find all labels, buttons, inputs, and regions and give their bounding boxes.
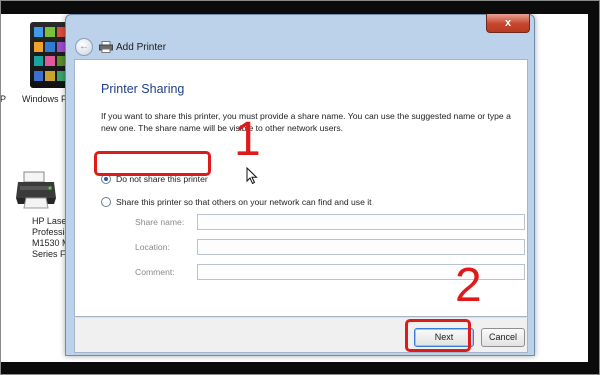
printer-icon — [99, 41, 113, 53]
right-black-bar — [588, 0, 600, 375]
close-button[interactable]: x — [486, 14, 530, 33]
annotation-step-2: 2 — [455, 259, 482, 312]
location-field[interactable] — [197, 239, 525, 255]
printer-desktop-label: HP Laser Professio M1530 M Series F — [32, 216, 70, 260]
radio-share-printer[interactable]: Share this printer so that others on you… — [101, 197, 372, 207]
cancel-button[interactable]: Cancel — [481, 328, 525, 347]
highlight-box-next — [405, 319, 471, 352]
back-arrow-icon[interactable]: ← — [75, 38, 93, 56]
printer-label-line: Professio — [32, 227, 70, 237]
top-black-bar — [0, 0, 600, 14]
printer-label-line: M1530 M — [32, 238, 70, 248]
comment-label: Comment: — [135, 267, 175, 277]
page-heading: Printer Sharing — [101, 82, 185, 96]
share-name-label: Share name: — [135, 217, 185, 227]
printer-desktop-icon[interactable] — [14, 168, 58, 210]
radio-share-printer-label[interactable]: Share this printer so that others on you… — [116, 197, 372, 207]
desktop-clipped-label: P — [0, 94, 7, 104]
bottom-black-bar — [0, 362, 600, 375]
dialog-titlebar: ← Add Printer x — [66, 14, 534, 59]
dialog-title: Add Printer — [116, 42, 167, 53]
annotation-step-1: 1 — [234, 113, 261, 166]
printer-label-line: HP Laser — [32, 216, 70, 226]
mouse-cursor-icon — [246, 167, 258, 185]
location-label: Location: — [135, 242, 170, 252]
sharing-description: If you want to share this printer, you m… — [101, 111, 511, 133]
windows-phone-icon[interactable] — [30, 22, 70, 88]
radio-button[interactable] — [101, 197, 111, 207]
highlight-box-do-not-share — [94, 151, 211, 176]
windows-phone-label: Windows P — [22, 94, 68, 104]
printer-label-line: Series F — [32, 249, 66, 259]
share-name-field[interactable] — [197, 214, 525, 230]
